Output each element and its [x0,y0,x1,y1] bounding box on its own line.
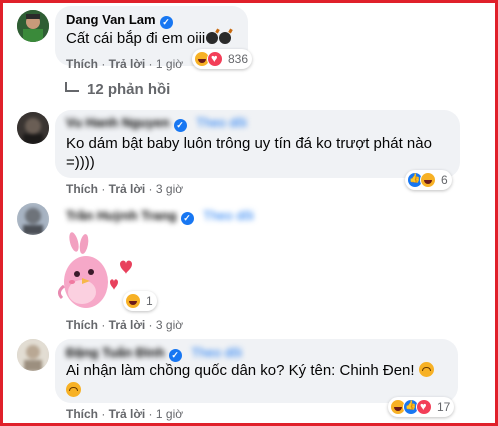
reply-text-line: =)))) [66,154,95,171]
follow-link[interactable]: Theo dõi [196,115,247,130]
reaction-count: 6 [441,173,448,187]
replies-count-label[interactable]: 12 phản hồi [87,81,170,98]
author-name[interactable]: Dang Van Lam [66,12,156,27]
love-reaction-icon [207,51,223,67]
bomb-icon [219,32,232,44]
avatar[interactable] [17,112,49,144]
verified-badge-icon: ✓ [159,16,173,29]
reply-actions: Thích · Trả lời · 3 giờ [66,318,184,332]
author-name[interactable]: Vu Hanh Nguyen [66,115,170,130]
reaction-count: 836 [228,52,249,66]
avatar-photo-icon [17,203,49,235]
avatar-photo-icon [17,112,49,144]
avatar-photo-icon [17,339,49,371]
comment-time[interactable]: 1 giờ [156,57,183,71]
reply-link[interactable]: Trả lời [109,407,146,421]
reply-actions: Thích · Trả lời · 1 giờ [66,407,184,421]
view-replies-link[interactable]: 12 phản hồi [65,81,170,98]
upside-down-face-icon [66,382,81,397]
comment-actions: Thích · Trả lời · 1 giờ [66,57,184,71]
verified-badge-icon: ✓ [173,119,187,132]
like-link[interactable]: Thích [66,182,98,196]
reply-author[interactable]: Đặng Tuấn Đình ✓ Theo dõi [66,345,242,362]
verified-badge-icon: ✓ [180,212,194,225]
reply-arrow-icon [65,82,79,92]
avatar[interactable] [17,10,49,42]
reply-author[interactable]: Trần Huỳnh Trang ✓ Theo dõi [66,208,254,225]
reaction-summary[interactable]: 836 [192,49,253,69]
reply-time[interactable]: 3 giờ [156,182,183,196]
comment-text: Cất cái bắp đi em oiii [66,29,232,49]
reply-text-line [66,381,81,401]
upside-down-face-icon [418,362,434,377]
reaction-summary[interactable]: 6 [405,170,452,190]
reply-author[interactable]: Vu Hanh Nguyen ✓ Theo dõi [66,115,247,132]
comment-author[interactable]: Dang Van Lam ✓ [66,12,173,29]
reaction-summary[interactable]: 17 [388,397,455,417]
reply-link[interactable]: Trả lời [109,57,146,71]
avatar[interactable] [17,339,49,371]
love-reaction-icon [416,399,432,415]
reply-time[interactable]: 3 giờ [156,318,183,332]
like-link[interactable]: Thích [66,57,98,71]
reply-text-content: Ai nhận làm chồng quốc dân ko? Ký tên: C… [66,362,415,379]
reply-actions: Thích · Trả lời · 3 giờ [66,182,184,196]
reply-link[interactable]: Trả lời [109,318,146,332]
reaction-summary[interactable]: 1 [123,291,157,311]
reaction-count: 17 [437,400,451,414]
reply-text: Ai nhận làm chồng quốc dân ko? Ký tên: C… [66,361,434,381]
follow-link[interactable]: Theo dõi [203,208,254,223]
author-name[interactable]: Đặng Tuấn Đình [66,345,165,360]
reply-link[interactable]: Trả lời [109,182,146,196]
avatar-photo-icon [17,10,49,42]
reaction-count: 1 [146,294,153,308]
haha-reaction-icon [420,172,436,188]
bomb-icon [206,32,219,44]
haha-reaction-icon [125,293,141,309]
like-link[interactable]: Thích [66,407,98,421]
follow-link[interactable]: Theo dõi [191,345,242,360]
reply-text-line: Ko dám bật baby luôn trông uy tín đá ko … [66,135,432,152]
author-name[interactable]: Trần Huỳnh Trang [66,208,177,223]
comment-text-content: Cất cái bắp đi em oiii [66,30,206,47]
reply-time[interactable]: 1 giờ [156,407,183,421]
like-link[interactable]: Thích [66,318,98,332]
avatar[interactable] [17,203,49,235]
